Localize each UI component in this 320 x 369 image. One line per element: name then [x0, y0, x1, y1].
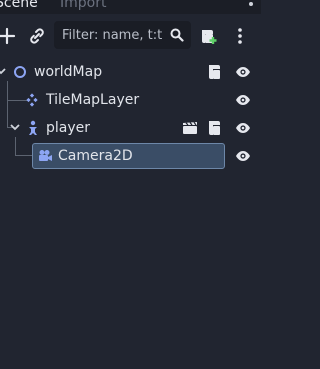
tilemap-icon: [26, 93, 38, 107]
tree-item-worldmap[interactable]: worldMap: [0, 58, 261, 86]
tree-item-player[interactable]: player: [0, 114, 261, 142]
node-label: Camera2D: [58, 148, 133, 164]
tree-item-camera2d[interactable]: Camera2D: [0, 142, 261, 170]
tab-scene[interactable]: Scene: [0, 0, 38, 12]
filter-input[interactable]: [62, 22, 170, 48]
chain-link-icon[interactable]: [28, 27, 46, 45]
visibility-eye-icon[interactable]: [235, 150, 251, 162]
camera-icon: [39, 150, 52, 161]
scene-toolbar: [0, 14, 261, 56]
visibility-eye-icon[interactable]: [235, 66, 251, 78]
chevron-down-icon[interactable]: [10, 124, 20, 132]
filter-field[interactable]: [54, 21, 191, 49]
vertical-dots-icon[interactable]: [231, 27, 249, 45]
tab-import[interactable]: Import: [60, 0, 106, 12]
add-script-icon[interactable]: [199, 27, 217, 45]
character-body-icon: [29, 120, 37, 135]
magnifier-icon: [170, 28, 184, 42]
chevron-down-icon[interactable]: [0, 68, 6, 76]
dock-tab-bar: Scene Import: [0, 0, 261, 14]
node-label: TileMapLayer: [46, 92, 140, 108]
script-icon[interactable]: [207, 120, 221, 136]
node2d-circle-icon: [14, 66, 26, 78]
node-label: player: [46, 120, 91, 136]
script-icon[interactable]: [207, 64, 221, 80]
tree-item-tilemaplayer[interactable]: TileMapLayer: [0, 86, 261, 114]
clapperboard-icon[interactable]: [182, 121, 198, 135]
visibility-eye-icon[interactable]: [235, 122, 251, 134]
visibility-eye-icon[interactable]: [235, 94, 251, 106]
node-label: worldMap: [34, 64, 103, 80]
tab-menu-icon[interactable]: [249, 0, 253, 12]
plus-icon[interactable]: [0, 27, 16, 45]
